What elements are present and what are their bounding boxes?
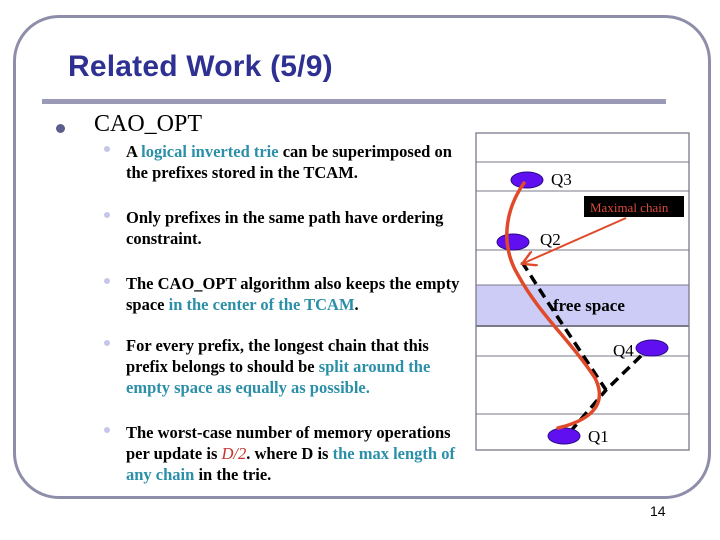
node-q3-label: Q3 (551, 170, 572, 189)
page-number: 14 (650, 503, 666, 519)
node-q4-label: Q4 (613, 341, 634, 360)
node-q2 (496, 233, 530, 251)
node-q2-label: Q2 (540, 230, 561, 249)
free-space-label: free space (553, 296, 625, 315)
node-q3 (510, 171, 544, 189)
tcam-diagram: free space Maximal chain Q3 Q2 Q4 Q1 (475, 132, 690, 451)
node-q1-label: Q1 (588, 427, 609, 446)
maximal-chain-label: Maximal chain (590, 200, 669, 215)
node-q4 (635, 339, 669, 357)
node-q1 (547, 427, 581, 445)
